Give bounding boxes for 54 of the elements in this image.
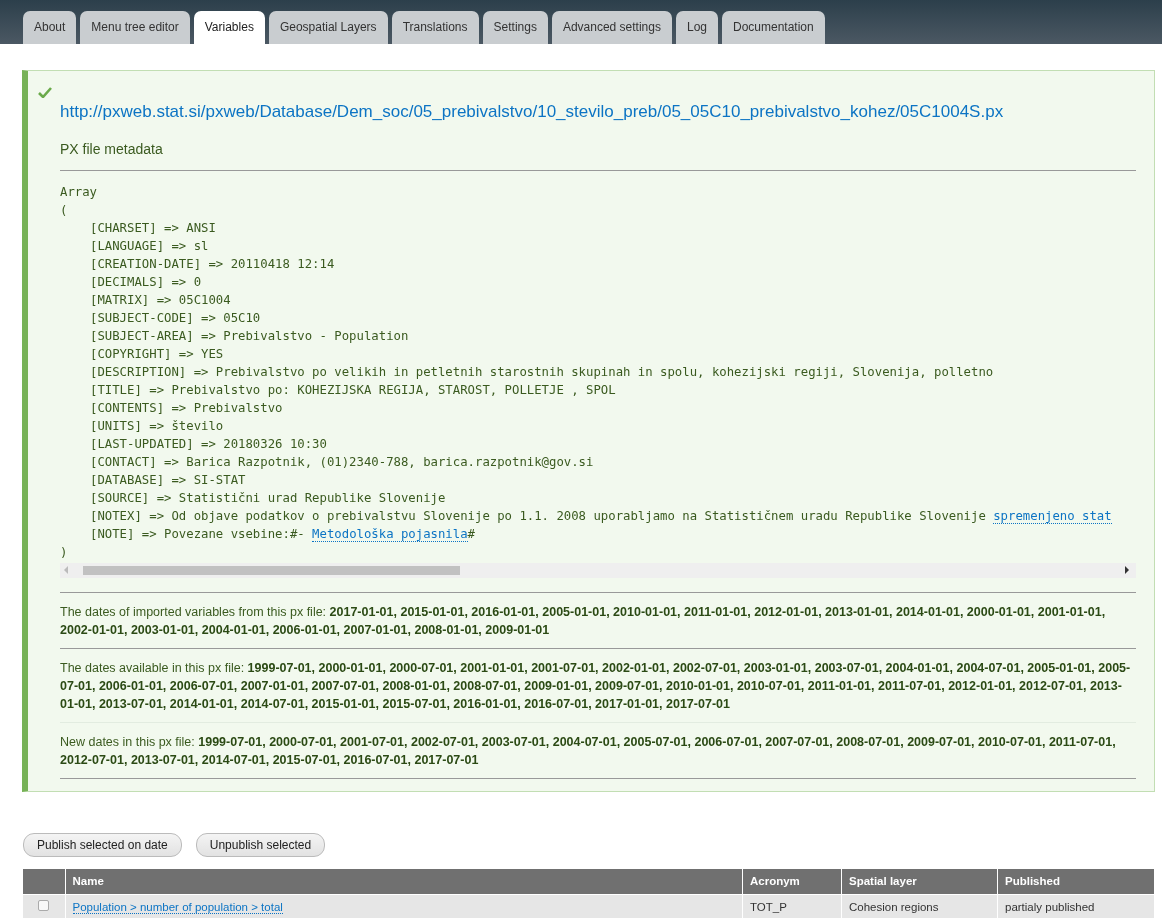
column-header: Published <box>997 868 1155 895</box>
dump-line: [CONTACT] => Barica Razpotnik, (01)2340-788, barica.razpotnik@gov.si <box>89 453 595 471</box>
dump-link[interactable]: spremenjeno stat <box>993 508 1112 524</box>
dump-line: [NOTE] => Povezane vsebine:#- <box>90 526 305 541</box>
tab[interactable]: About <box>23 11 77 44</box>
scrollbar-thumb[interactable] <box>83 565 460 575</box>
dump-line: [LAST-UPDATED] => 20180326 10:30 <box>89 435 328 453</box>
dump-line: ( <box>60 201 69 219</box>
tab[interactable]: Settings <box>482 11 548 44</box>
table-cell: TOT_P <box>742 894 842 918</box>
dump-line: [SUBJECT-CODE] => 05C10 <box>89 309 262 327</box>
dump-line: Array <box>60 183 99 201</box>
dates-paragraph: The dates of imported variables from this px file: 2017-01-01, 2015-01-01, 2016-01-01, 2005-01-01, 2010-01-01, 2011-01-01, 2012-01-01, 2013-01-01, 2014-01-01, 2000-01-01, 2001-01-01, 2002-01-01, 2003-01-01, 2004-01-01, 2006-01-01, 2007-01-01, 2008-01-01, 2009-01-01 <box>60 603 1107 639</box>
dump-line: [DATABASE] => SI-STAT <box>89 471 247 489</box>
column-header: Acronym <box>742 868 842 895</box>
horizontal-scrollbar[interactable] <box>60 562 1136 578</box>
row-checkbox[interactable] <box>38 899 50 911</box>
dump-link[interactable]: Metodološka pojasnila <box>312 526 468 542</box>
dump-line: [COPYRIGHT] => YES <box>89 345 225 363</box>
dump-line: [UNITS] => število <box>89 417 225 435</box>
tab[interactable]: Variables <box>193 11 265 44</box>
table-cell: Cohesion regions <box>841 894 998 918</box>
action-button[interactable]: Publish selected on date <box>23 832 182 857</box>
dump-line: [CONTENTS] => Prebivalstvo <box>89 399 284 417</box>
scroll-right-arrow-icon[interactable] <box>1124 566 1130 574</box>
dump-line: [TITLE] => Prebivalstvo po: KOHEZIJSKA REGIJA, STAROST, POLLETJE , SPOL <box>89 381 617 399</box>
column-header: Name <box>65 868 743 895</box>
dump-line: ) <box>60 543 69 561</box>
tab[interactable]: Documentation <box>722 11 825 44</box>
dump-line: [NOTEX] => Od objave podatkov o prebivalstvu Slovenije po 1.1. 2008 uporabljamo na Statističnem uradu Republike Slovenije <box>90 508 986 523</box>
checkmark-icon <box>38 87 52 98</box>
tab[interactable]: Translations <box>391 11 479 44</box>
dump-line: [SOURCE] => Statistični urad Republike Slovenije <box>89 489 447 507</box>
dump-line: [CREATION-DATE] => 20110418 12:14 <box>89 255 336 273</box>
column-header: Spatial layer <box>841 868 998 895</box>
metadata-heading: PX file metadata <box>60 139 164 159</box>
tab[interactable]: Geospatial Layers <box>268 11 388 44</box>
action-button[interactable]: Unpublish selected <box>195 832 326 857</box>
dates-paragraph: The dates available in this px file: 1999-07-01, 2000-01-01, 2000-07-01, 2001-01-01, 2001-07-01, 2002-01-01, 2002-07-01, 2003-01-01, 2003-07-01, 2004-01-01, 2004-07-01, 2005-01-01, 2005-07-01, 2006-01-01, 2006-07-01, 2007-01-01, 2007-07-01, 2008-01-01, 2008-07-01, 2009-01-01, 2009-07-01, 2010-01-01, 2010-07-01, 2011-01-01, 2011-07-01, 2012-01-01, 2012-07-01, 2013-01-01, 2013-07-01, 2014-01-01, 2014-07-01, 2015-01-01, 2015-07-01, 2016-01-01, 2016-07-01, 2017-01-01, 2017-07-01 <box>60 659 1132 713</box>
tab[interactable]: Advanced settings <box>551 11 672 44</box>
dates-paragraph: New dates in this px file: 1999-07-01, 2000-07-01, 2001-07-01, 2002-07-01, 2003-07-01, 2004-07-01, 2005-07-01, 2006-07-01, 2007-07-01, 2008-07-01, 2009-07-01, 2010-07-01, 2011-07-01, 2012-07-01, 2013-07-01, 2014-07-01, 2015-07-01, 2016-07-01, 2017-07-01 <box>60 733 1117 769</box>
tab[interactable]: Menu tree editor <box>80 11 190 44</box>
file-url-link[interactable]: http://pxweb.stat.si/pxweb/Database/Dem_soc/05_prebivalstvo/10_stevilo_preb/05_05C10_prebivalstvo_kohez/05C1004S.px <box>60 99 1004 125</box>
tab[interactable]: Log <box>675 11 718 44</box>
scroll-left-arrow-icon[interactable] <box>63 566 69 574</box>
dump-line: [DECIMALS] => 0 <box>89 273 203 291</box>
table-cell: partialy published <box>997 894 1155 918</box>
dump-line: # <box>467 526 475 541</box>
dump-line: [CHARSET] => ANSI <box>89 219 217 237</box>
dump-line: [MATRIX] => 05C1004 <box>89 291 232 309</box>
dump-line: [SUBJECT-AREA] => Prebivalstvo - Population <box>89 327 410 345</box>
dump-line: [LANGUAGE] => sl <box>89 237 210 255</box>
variable-name-link[interactable]: Population > number of population > total <box>72 900 283 914</box>
dump-line: [DESCRIPTION] => Prebivalstvo po velikih in petletnih starostnih skupinah in spolu, kohezijski regiji, Slovenija, polletno <box>89 363 995 381</box>
